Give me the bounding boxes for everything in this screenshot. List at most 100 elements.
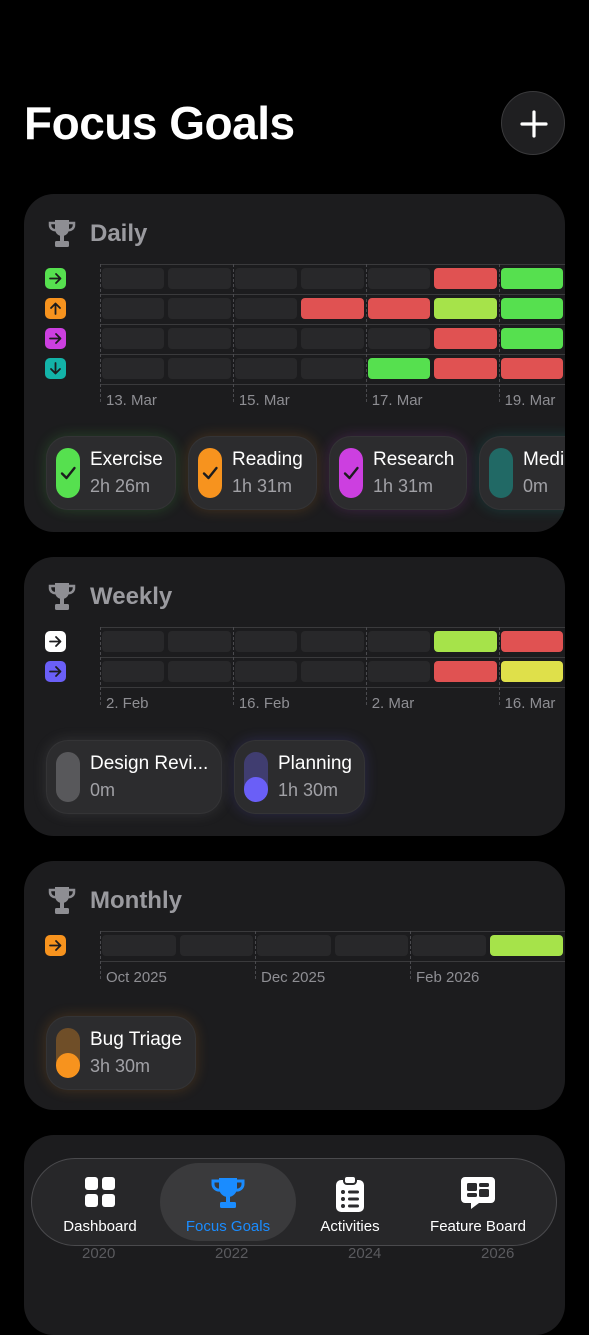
goal-name: Design Revi... xyxy=(90,753,209,774)
heatmap-cell-empty xyxy=(234,268,298,289)
tab-dashboard[interactable]: Dashboard xyxy=(46,1163,154,1241)
heatmap-cell-filled xyxy=(500,661,563,682)
grid-row-line xyxy=(100,384,565,385)
arrow-right-icon xyxy=(45,935,66,956)
tab-focus-goals[interactable]: Focus Goals xyxy=(160,1163,296,1241)
checkmark-icon xyxy=(202,466,218,480)
weekly-goal-list: Design Revi... 0m Planning 1h 30m xyxy=(46,740,565,814)
arrow-right-icon xyxy=(45,328,66,349)
goal-time: 3h 30m xyxy=(90,1056,151,1076)
tab-feature-board[interactable]: Feature Board xyxy=(414,1163,542,1241)
heatmap-cell-empty xyxy=(367,328,431,349)
axis-tick-label: 2020 xyxy=(82,1245,116,1262)
axis-tick-label: Dec 2025 xyxy=(261,969,326,986)
heatmap-cell-empty xyxy=(301,661,364,682)
goal-progress-bar xyxy=(489,448,513,498)
goal-row xyxy=(44,657,565,687)
axis-tick-label: 16. Feb xyxy=(238,695,290,712)
goal-chip[interactable]: Bug Triage 3h 30m xyxy=(46,1016,196,1090)
monthly-goals-card: Monthly Oct 2025 Dec 2025 Feb 2026 Bug Tri… xyxy=(24,861,565,1110)
goal-chip[interactable]: Reading 1h 31m xyxy=(188,436,317,510)
heatmap-cell-empty xyxy=(102,661,165,682)
goal-time: 1h 31m xyxy=(232,476,293,496)
heatmap-cell-filled xyxy=(500,298,563,319)
heatmap-cell-filled xyxy=(489,935,563,956)
add-goal-button[interactable] xyxy=(501,91,565,155)
axis-tick-label: 2026 xyxy=(481,1245,515,1262)
arrow-down-icon xyxy=(45,358,66,379)
heatmap-cell-empty xyxy=(102,631,165,652)
heatmap-cell-filled xyxy=(500,631,563,652)
tab-bar: Dashboard Focus Goals Activities Feature… xyxy=(31,1158,557,1246)
axis-tick-label: 19. Mar xyxy=(504,392,556,409)
goal-progress-bar xyxy=(56,1028,80,1078)
heatmap-cell-empty xyxy=(301,631,364,652)
goal-progress-bar xyxy=(56,448,80,498)
checkmark-icon xyxy=(343,466,359,480)
goal-row xyxy=(44,324,565,354)
goal-name: Reading xyxy=(232,449,303,470)
goal-chip[interactable]: Planning 1h 30m xyxy=(234,740,365,814)
trophy-icon xyxy=(48,220,76,247)
tab-activities[interactable]: Activities xyxy=(300,1163,400,1241)
heatmap-cell-empty xyxy=(102,328,165,349)
clipboard-list-icon xyxy=(336,1175,364,1212)
heatmap-cell-filled xyxy=(434,298,497,319)
card-title: Daily xyxy=(90,220,148,247)
heatmap-cell-empty xyxy=(367,631,431,652)
goal-row xyxy=(44,354,565,384)
heatmap-cell-empty xyxy=(301,328,364,349)
axis-tick-label: 2. Mar xyxy=(371,695,415,712)
goal-name: Research xyxy=(373,449,455,470)
arrow-right-icon xyxy=(45,661,66,682)
heatmap-cell-filled xyxy=(434,268,497,289)
axis-tick-label: 2024 xyxy=(348,1245,382,1262)
heatmap-cell-filled xyxy=(434,631,497,652)
goal-row xyxy=(44,264,565,294)
goal-row xyxy=(44,294,565,324)
heatmap-cell-empty xyxy=(234,631,298,652)
goal-time: 1h 31m xyxy=(373,476,434,496)
tab-label: Focus Goals xyxy=(185,1218,271,1235)
axis-tick-label: 17. Mar xyxy=(371,392,423,409)
trophy-icon xyxy=(48,887,76,914)
daily-goals-card: Daily 13. Mar 15. Mar 17. Mar 19. Mar Exerc… xyxy=(24,194,565,532)
goal-name: Planning xyxy=(278,753,352,774)
chat-board-icon xyxy=(461,1177,495,1209)
goal-progress-fill xyxy=(56,1053,80,1078)
goal-chip[interactable]: Exercise 2h 26m xyxy=(46,436,176,510)
trophy-icon xyxy=(211,1178,245,1208)
goal-chip[interactable]: Design Revi... 0m xyxy=(46,740,222,814)
card-header: Daily xyxy=(48,216,147,252)
heatmap-cell-empty xyxy=(367,661,431,682)
heatmap-cell-filled xyxy=(367,298,431,319)
axis-tick-label: 2. Feb xyxy=(106,695,149,712)
heatmap-cell-empty xyxy=(301,358,364,379)
heatmap-cell-empty xyxy=(168,298,231,319)
card-title: Monthly xyxy=(90,887,182,914)
heatmap-cell-empty xyxy=(234,328,298,349)
checkmark-icon xyxy=(60,466,76,480)
goal-name: Medi xyxy=(523,449,565,470)
arrow-up-icon xyxy=(45,298,66,319)
heatmap-cell-empty xyxy=(168,631,231,652)
heatmap-cell-empty xyxy=(301,268,364,289)
heatmap-cell-filled xyxy=(434,358,497,379)
grid-icon xyxy=(85,1177,115,1207)
weekly-heatmap: 2. Feb 16. Feb 2. Mar 16. Mar xyxy=(44,627,565,717)
weekly-goals-card: Weekly 2. Feb 16. Feb 2. Mar 16. Mar Design… xyxy=(24,557,565,836)
daily-heatmap: 13. Mar 15. Mar 17. Mar 19. Mar xyxy=(44,264,565,414)
heatmap-cell-empty xyxy=(102,935,176,956)
arrow-right-icon xyxy=(45,268,66,289)
goal-chip[interactable]: Research 1h 31m xyxy=(329,436,467,510)
card-header: Monthly xyxy=(48,883,182,919)
heatmap-cell-empty xyxy=(168,661,231,682)
heatmap-cell-filled xyxy=(434,661,497,682)
heatmap-cell-empty xyxy=(412,935,486,956)
heatmap-cell-empty xyxy=(257,935,331,956)
goal-time: 0m xyxy=(523,476,549,496)
heatmap-cell-filled xyxy=(500,268,563,289)
plus-icon xyxy=(520,110,548,138)
tab-label: Feature Board xyxy=(430,1218,526,1235)
goal-chip[interactable]: Medi 0m xyxy=(479,436,565,510)
